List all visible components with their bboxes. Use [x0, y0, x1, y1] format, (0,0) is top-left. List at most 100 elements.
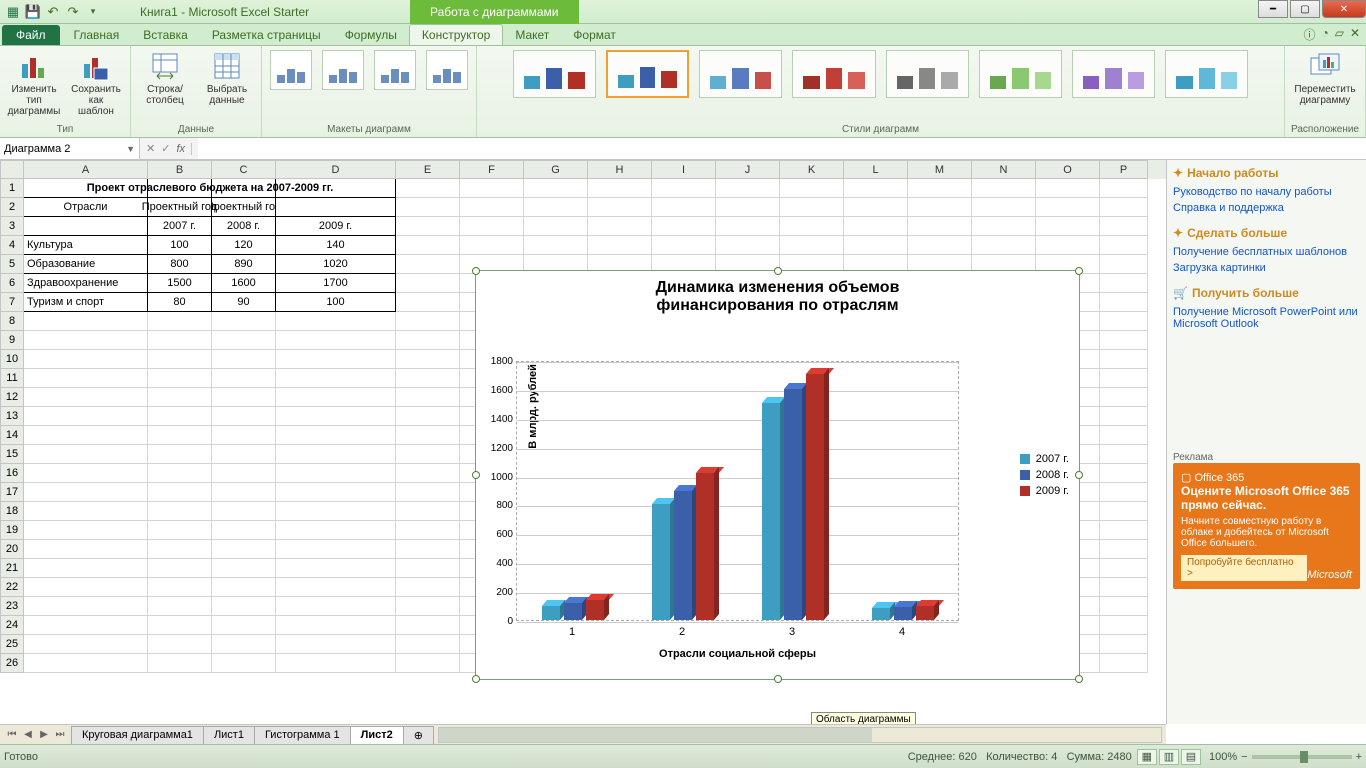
cell[interactable]: [24, 312, 148, 331]
row-header[interactable]: 19: [0, 521, 24, 540]
cell[interactable]: [908, 217, 972, 236]
cell[interactable]: [396, 616, 460, 635]
cell[interactable]: [24, 388, 148, 407]
cell[interactable]: [396, 179, 460, 198]
chart-y-axis-label[interactable]: В млрд. рублей: [527, 364, 539, 449]
minimize-ribbon-icon[interactable]: ⓘ: [1303, 26, 1315, 43]
sheet-tab[interactable]: Круговая диаграмма1: [71, 726, 204, 744]
zoom-level[interactable]: 100%: [1209, 751, 1237, 763]
sheet-tab[interactable]: Лист1: [203, 726, 255, 744]
cell[interactable]: [1100, 274, 1148, 293]
view-page-break-icon[interactable]: ▤: [1181, 749, 1201, 765]
tab-formulas[interactable]: Формулы: [333, 25, 409, 45]
chart-style-thumb[interactable]: [699, 50, 782, 98]
column-header[interactable]: J: [716, 160, 780, 179]
column-header[interactable]: H: [588, 160, 652, 179]
cell[interactable]: [24, 464, 148, 483]
change-chart-type-button[interactable]: Изменить тип диаграммы: [6, 48, 62, 119]
chart-style-thumb[interactable]: [979, 50, 1062, 98]
row-header[interactable]: 4: [0, 236, 24, 255]
cell[interactable]: [212, 578, 276, 597]
cell[interactable]: [276, 388, 396, 407]
cell[interactable]: [148, 426, 212, 445]
cell[interactable]: [396, 654, 460, 673]
zoom-slider[interactable]: [1252, 755, 1352, 759]
cell[interactable]: [276, 521, 396, 540]
cell[interactable]: [276, 502, 396, 521]
cell[interactable]: [460, 217, 524, 236]
chart-plot-area[interactable]: В млрд. рублей Отрасли социальной сферы …: [516, 361, 959, 621]
cell[interactable]: 2009 г.: [276, 217, 396, 236]
tab-chart-format[interactable]: Формат: [561, 25, 628, 45]
cell[interactable]: [1100, 369, 1148, 388]
cell[interactable]: [652, 179, 716, 198]
cell[interactable]: [148, 502, 212, 521]
cell[interactable]: [1100, 179, 1148, 198]
cell[interactable]: [24, 445, 148, 464]
cell[interactable]: [1100, 540, 1148, 559]
tab-chart-layout[interactable]: Макет: [503, 25, 561, 45]
chart-style-thumb[interactable]: [513, 50, 596, 98]
cell[interactable]: [276, 350, 396, 369]
cell[interactable]: [396, 521, 460, 540]
cell[interactable]: 140: [276, 236, 396, 255]
horizontal-scrollbar[interactable]: [438, 727, 1162, 743]
row-header[interactable]: 12: [0, 388, 24, 407]
cell[interactable]: [1036, 217, 1100, 236]
cell[interactable]: 800: [148, 255, 212, 274]
name-box[interactable]: ▼: [0, 138, 140, 159]
pane-link[interactable]: Руководство по началу работы: [1173, 184, 1360, 200]
cell[interactable]: 2007 г.: [148, 217, 212, 236]
cell[interactable]: [276, 464, 396, 483]
cell[interactable]: [148, 312, 212, 331]
row-header[interactable]: 2: [0, 198, 24, 217]
cell[interactable]: [1100, 559, 1148, 578]
cell[interactable]: [396, 578, 460, 597]
chart-layout-thumb[interactable]: [322, 50, 364, 90]
chart-bar[interactable]: [872, 608, 890, 620]
cell[interactable]: [276, 616, 396, 635]
cell[interactable]: [780, 217, 844, 236]
cell[interactable]: [276, 597, 396, 616]
window-close-doc-icon[interactable]: ✕: [1350, 26, 1360, 43]
row-header[interactable]: 11: [0, 369, 24, 388]
cell[interactable]: [276, 559, 396, 578]
column-header[interactable]: M: [908, 160, 972, 179]
sheet-nav-prev-icon[interactable]: ◀: [20, 729, 36, 740]
cell[interactable]: [212, 483, 276, 502]
column-header[interactable]: P: [1100, 160, 1148, 179]
cell[interactable]: [24, 635, 148, 654]
cell[interactable]: [396, 274, 460, 293]
column-header[interactable]: K: [780, 160, 844, 179]
cell[interactable]: Культура: [24, 236, 148, 255]
chart-bar[interactable]: [762, 403, 780, 620]
cell[interactable]: [24, 407, 148, 426]
cell[interactable]: [652, 236, 716, 255]
cell[interactable]: [212, 559, 276, 578]
cell[interactable]: Туризм и спорт: [24, 293, 148, 312]
cell[interactable]: [24, 616, 148, 635]
cell[interactable]: [24, 521, 148, 540]
cell[interactable]: [588, 179, 652, 198]
cell[interactable]: [24, 540, 148, 559]
cell[interactable]: [148, 331, 212, 350]
column-header[interactable]: E: [396, 160, 460, 179]
cell[interactable]: [972, 198, 1036, 217]
cell[interactable]: [1100, 483, 1148, 502]
cell[interactable]: [212, 350, 276, 369]
cell[interactable]: [972, 179, 1036, 198]
cell[interactable]: [396, 388, 460, 407]
chart-bar[interactable]: [674, 491, 692, 620]
cell[interactable]: [780, 236, 844, 255]
cell[interactable]: [148, 350, 212, 369]
cell[interactable]: 1600: [212, 274, 276, 293]
cell[interactable]: [276, 407, 396, 426]
sheet-nav-first-icon[interactable]: ⏮: [4, 729, 20, 740]
cell[interactable]: [276, 654, 396, 673]
cell[interactable]: 1020: [276, 255, 396, 274]
column-header[interactable]: A: [24, 160, 148, 179]
pane-link[interactable]: Получение Microsoft PowerPoint или Micro…: [1173, 304, 1360, 332]
row-header[interactable]: 24: [0, 616, 24, 635]
cell[interactable]: 890: [212, 255, 276, 274]
cell[interactable]: [24, 426, 148, 445]
